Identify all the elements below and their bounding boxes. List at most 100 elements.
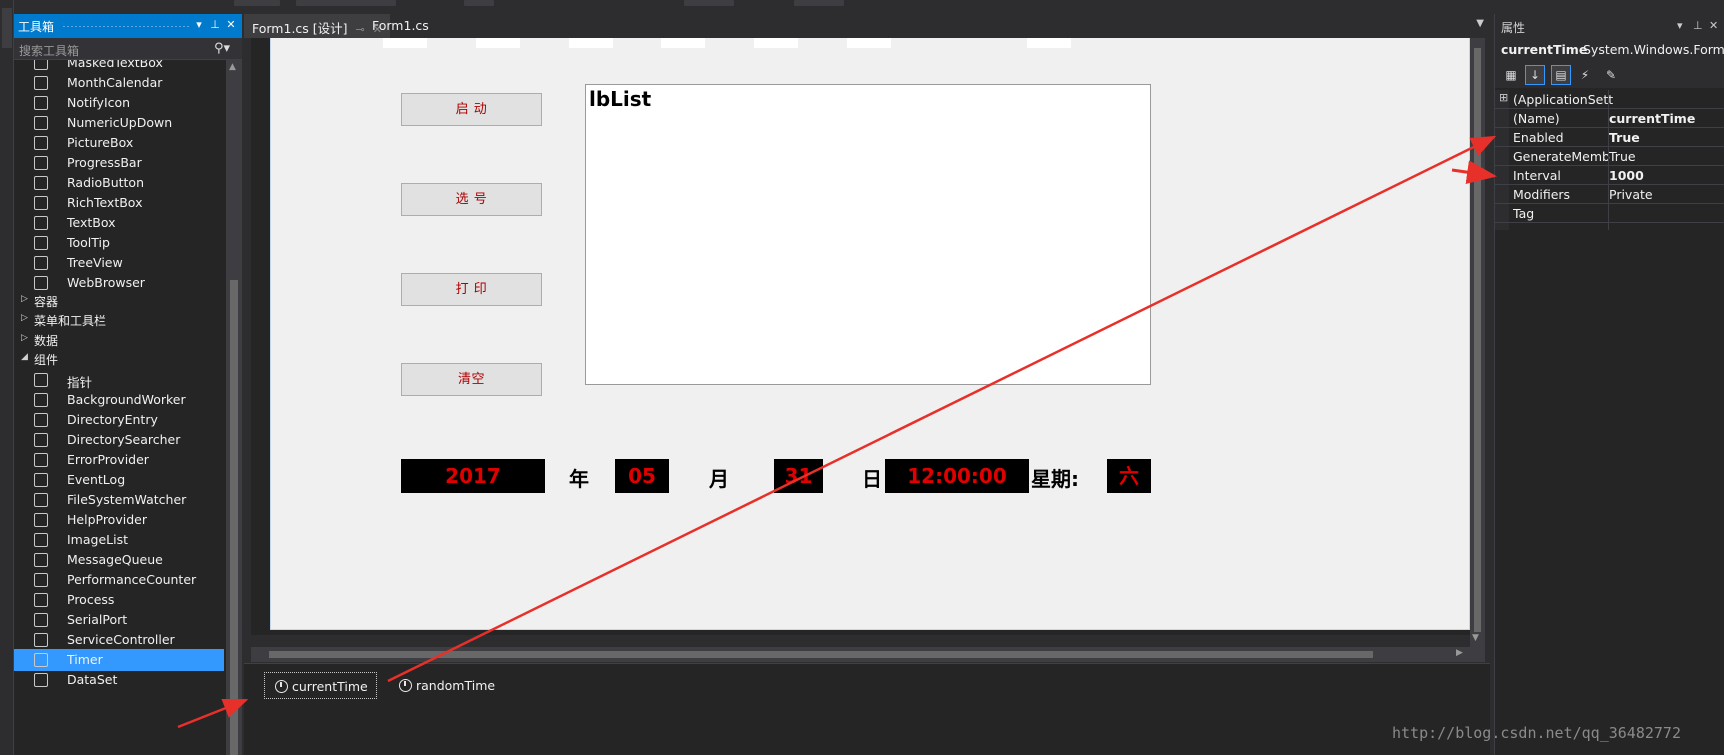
drag-grip[interactable] <box>62 25 190 28</box>
toolbox-item-notifyicon[interactable]: NotifyIcon <box>14 92 224 114</box>
scroll-thumb[interactable] <box>269 651 1373 658</box>
left-dock-strip[interactable] <box>0 0 14 755</box>
toolbox-item-radiobutton[interactable]: RadioButton <box>14 172 224 194</box>
scroll-thumb[interactable] <box>230 280 238 755</box>
lb-list-listbox[interactable]: lbList <box>585 84 1151 385</box>
toolbox-item-serialport[interactable]: SerialPort <box>14 609 224 631</box>
toolbox-item-imagelist[interactable]: ImageList <box>14 529 224 551</box>
chevron-down-icon[interactable]: ▼ <box>1476 18 1484 29</box>
toolbox-item--[interactable]: 指针 <box>14 369 224 391</box>
property-row[interactable]: Enabled True <box>1495 128 1724 147</box>
property-value[interactable]: 1000 <box>1609 168 1721 183</box>
form-label[interactable] <box>754 38 798 48</box>
expand-icon[interactable]: ▷ <box>21 313 28 323</box>
scroll-up-icon[interactable]: ▲ <box>229 62 236 72</box>
toolbar-button[interactable] <box>464 0 494 6</box>
form-label[interactable] <box>847 38 891 48</box>
toolbox-item-directoryentry[interactable]: DirectoryEntry <box>14 409 224 431</box>
dropdown-icon[interactable]: ▾ <box>192 17 206 33</box>
property-row[interactable]: GenerateMemb True <box>1495 147 1724 166</box>
toolbar-combo[interactable] <box>234 0 280 6</box>
toolbox-item-directorysearcher[interactable]: DirectorySearcher <box>14 429 224 451</box>
month-display[interactable]: 05 <box>615 459 669 493</box>
clear-button[interactable]: 清空 <box>401 363 542 396</box>
property-row[interactable]: Tag <box>1495 204 1724 223</box>
property-pages-wrench-icon[interactable]: ✎ <box>1601 65 1621 85</box>
pin-icon[interactable]: ⊥ <box>208 17 222 33</box>
expand-icon[interactable]: ▷ <box>21 294 28 304</box>
tab-form1-code[interactable]: Form1.cs <box>364 14 437 38</box>
toolbox-item-performancecounter[interactable]: PerformanceCounter <box>14 569 224 591</box>
toolbox-item-tooltip[interactable]: ToolTip <box>14 232 224 254</box>
toolbar-button[interactable] <box>794 0 844 6</box>
toolbox-item-messagequeue[interactable]: MessageQueue <box>14 549 224 571</box>
toolbox-item-helpprovider[interactable]: HelpProvider <box>14 509 224 531</box>
categorized-icon[interactable]: ▦ <box>1501 65 1521 85</box>
close-icon[interactable]: ✕ <box>1709 19 1718 32</box>
scroll-thumb[interactable] <box>1474 48 1481 632</box>
toolbox-item-monthcalendar[interactable]: MonthCalendar <box>14 72 224 94</box>
weekday-display[interactable]: 六 <box>1107 459 1151 493</box>
pin-icon[interactable]: ⊥ <box>1693 19 1703 32</box>
toolbox-item-errorprovider[interactable]: ErrorProvider <box>14 449 224 471</box>
scroll-right-icon[interactable]: ▶ <box>1456 648 1463 658</box>
tray-component-random-time[interactable]: randomTime <box>389 672 503 699</box>
expand-icon[interactable]: ▷ <box>21 333 28 343</box>
toolbox-item-backgroundworker[interactable]: BackgroundWorker <box>14 389 224 411</box>
collapse-icon[interactable]: ◢ <box>21 352 28 362</box>
designer-horizontal-scrollbar[interactable]: ▶ <box>251 647 1485 662</box>
start-button[interactable]: 启 动 <box>401 93 542 126</box>
print-button[interactable]: 打 印 <box>401 273 542 306</box>
grid-column-divider[interactable] <box>1608 90 1609 230</box>
toolbar-combo[interactable] <box>296 0 396 6</box>
property-row[interactable]: Modifiers Private <box>1495 185 1724 204</box>
time-display[interactable]: 12:00:00 <box>885 459 1029 493</box>
property-value[interactable]: currentTime <box>1609 111 1721 126</box>
expand-icon[interactable]: ⊞ <box>1499 91 1508 104</box>
dock-tab[interactable] <box>2 8 12 48</box>
form-label[interactable] <box>476 38 520 48</box>
toolbox-item-servicecontroller[interactable]: ServiceController <box>14 629 224 651</box>
tray-component-current-time[interactable]: currentTime <box>264 672 377 699</box>
toolbox-item-richtextbox[interactable]: RichTextBox <box>14 192 224 214</box>
object-selector[interactable]: currentTime System.Windows.Form <box>1495 38 1724 60</box>
property-row[interactable]: ⊞ (ApplicationSett <box>1495 90 1724 109</box>
close-icon[interactable]: ✕ <box>224 17 238 33</box>
property-row[interactable]: (Name) currentTime <box>1495 109 1724 128</box>
toolbox-scrollbar[interactable]: ▲ <box>226 60 242 755</box>
year-display[interactable]: 2017 <box>401 459 545 493</box>
events-lightning-icon[interactable]: ⚡ <box>1575 65 1595 85</box>
property-value[interactable]: Private <box>1609 187 1721 202</box>
toolbox-category[interactable]: ▷ 菜单和工具栏 <box>14 310 224 330</box>
search-icon[interactable]: ⚲▾ <box>214 41 230 56</box>
form-label[interactable] <box>383 38 427 48</box>
toolbox-item-filesystemwatcher[interactable]: FileSystemWatcher <box>14 489 224 511</box>
property-value[interactable]: True <box>1609 130 1721 145</box>
form-label[interactable] <box>1027 38 1071 48</box>
designer-vertical-scrollbar[interactable]: ▼ <box>1470 38 1485 647</box>
form-label[interactable] <box>569 38 613 48</box>
toolbox-search[interactable]: 搜索工具箱 ⚲▾ <box>14 38 242 60</box>
select-number-button[interactable]: 选 号 <box>401 183 542 216</box>
toolbox-item-textbox[interactable]: TextBox <box>14 212 224 234</box>
toolbox-item-progressbar[interactable]: ProgressBar <box>14 152 224 174</box>
property-row[interactable]: Interval 1000 <box>1495 166 1724 185</box>
dropdown-icon[interactable]: ▾ <box>1677 19 1683 32</box>
alphabetical-icon[interactable]: ↓ <box>1525 65 1545 85</box>
toolbox-item-process[interactable]: Process <box>14 589 224 611</box>
toolbar-button[interactable] <box>684 0 734 6</box>
properties-view-icon[interactable]: ▤ <box>1551 65 1571 85</box>
toolbox-item-treeview[interactable]: TreeView <box>14 252 224 274</box>
toolbox-item-timer[interactable]: Timer <box>14 649 224 672</box>
form-canvas[interactable]: 启 动 选 号 打 印 清空 lbList 2017 年 05 月 31 日 1… <box>270 38 1470 630</box>
toolbox-category[interactable]: ▷ 数据 <box>14 330 224 350</box>
toolbox-item-picturebox[interactable]: PictureBox <box>14 132 224 154</box>
toolbox-category[interactable]: ▷ 容器 <box>14 291 224 311</box>
property-value[interactable]: True <box>1609 149 1721 164</box>
day-display[interactable]: 31 <box>774 459 823 493</box>
toolbox-item-numericupdown[interactable]: NumericUpDown <box>14 112 224 134</box>
scroll-down-icon[interactable]: ▼ <box>1472 633 1479 643</box>
toolbox-category[interactable]: ◢ 组件 <box>14 349 224 369</box>
toolbox-item-dataset[interactable]: DataSet <box>14 669 224 691</box>
toolbox-item-eventlog[interactable]: EventLog <box>14 469 224 491</box>
